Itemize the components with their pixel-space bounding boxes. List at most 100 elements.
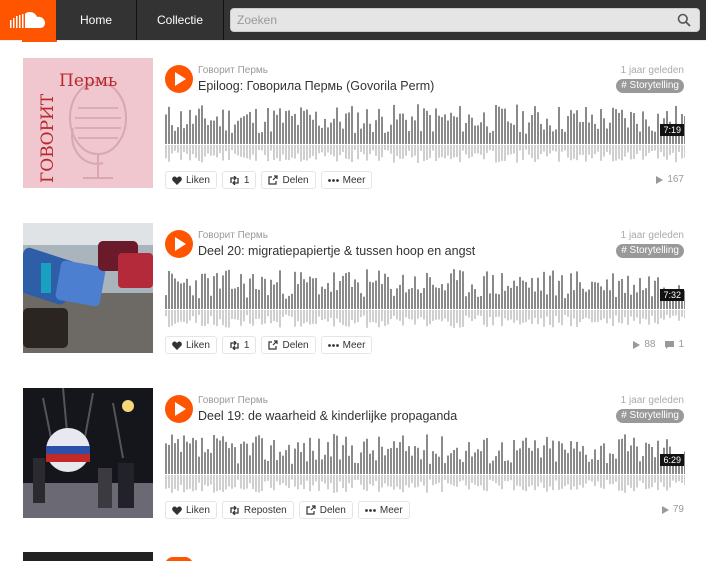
track-duration: 7:32 [660, 289, 684, 301]
comment-count-value: 1 [678, 339, 684, 350]
track-item: Говорит Пермь Deel 20: migratiepapiertje… [0, 223, 706, 358]
active-tab-indicator [22, 40, 57, 42]
soundcloud-logo[interactable] [0, 0, 56, 40]
microphone-artwork: Пермь ГОВОРИТ [23, 58, 153, 188]
genre-tag[interactable]: # Storytelling [616, 409, 684, 423]
play-button[interactable] [165, 395, 193, 423]
next-play-button[interactable] [165, 557, 193, 561]
play-button[interactable] [165, 230, 193, 258]
share-button[interactable]: Delen [261, 171, 316, 189]
repost-label: 1 [243, 339, 250, 351]
share-button[interactable]: Delen [298, 501, 353, 519]
artwork-side-text: ГОВОРИТ [38, 93, 58, 183]
like-button[interactable]: Liken [165, 336, 217, 354]
more-label: Meer [342, 339, 366, 351]
more-button[interactable]: Meer [320, 171, 373, 189]
track-actions: Liken 1 Delen Meer [165, 171, 373, 189]
track-item: Говорит Пермь Deel 19: de waarheid & kin… [0, 388, 706, 523]
repost-icon [230, 505, 239, 515]
waveform[interactable] [165, 430, 685, 496]
heart-icon [172, 340, 182, 350]
more-button[interactable]: Meer [320, 336, 373, 354]
track-title[interactable]: Deel 20: migratiepapiertje & tussen hoop… [198, 244, 475, 258]
track-artwork[interactable] [23, 223, 153, 353]
track-date: 1 jaar geleden [620, 65, 684, 76]
top-navigation-bar: Home Collectie [0, 0, 706, 40]
track-title[interactable]: Epiloog: Говорила Пермь (Govorila Perm) [198, 79, 434, 93]
play-count-value: 167 [667, 174, 684, 185]
comment-icon [665, 340, 675, 349]
play-icon [175, 237, 186, 251]
track-user[interactable]: Говорит Пермь [198, 395, 268, 406]
nav-home[interactable]: Home [56, 0, 137, 40]
search-box [230, 8, 700, 32]
share-label: Delen [282, 174, 309, 186]
search-icon[interactable] [677, 13, 691, 27]
repost-button[interactable]: 1 [221, 171, 257, 189]
more-dots-icon [327, 178, 339, 182]
repost-button[interactable]: 1 [221, 336, 257, 354]
like-label: Liken [186, 174, 210, 186]
play-count: 167 [656, 174, 684, 185]
repost-label: 1 [243, 174, 250, 186]
share-button[interactable]: Delen [261, 336, 316, 354]
track-duration: 7:19 [660, 124, 684, 136]
track-actions: Liken Reposten Delen Meer [165, 501, 410, 519]
cloud-icon [10, 12, 45, 28]
play-count: 79 [661, 504, 684, 515]
play-count: 88 [633, 339, 655, 350]
share-icon [306, 505, 316, 515]
track-item: Пермь ГОВОРИТ Говорит Пермь Epiloog: Гов… [0, 58, 706, 193]
track-stats: 167 [656, 174, 684, 185]
nav-collection[interactable]: Collectie [137, 0, 224, 40]
track-artwork[interactable] [23, 388, 153, 518]
next-track-artwork[interactable] [23, 552, 153, 561]
like-button[interactable]: Liken [165, 171, 217, 189]
share-label: Delen [319, 504, 346, 516]
track-stats: 88 1 [633, 339, 684, 350]
more-button[interactable]: Meer [357, 501, 410, 519]
track-date: 1 jaar geleden [620, 230, 684, 241]
play-icon [175, 72, 186, 86]
play-count-value: 79 [672, 504, 684, 515]
winter-night-artwork [23, 388, 153, 518]
track-actions: Liken 1 Delen Meer [165, 336, 373, 354]
track-stats: 79 [661, 504, 684, 515]
track-user[interactable]: Говорит Пермь [198, 230, 268, 241]
header-divider [0, 40, 706, 41]
track-duration: 6:29 [660, 454, 684, 466]
track-user[interactable]: Говорит Пермь [198, 65, 268, 76]
more-label: Meer [342, 174, 366, 186]
track-title[interactable]: Deel 19: de waarheid & kinderlijke propa… [198, 409, 457, 423]
waveform[interactable] [165, 265, 685, 331]
repost-icon [230, 175, 239, 185]
share-icon [268, 175, 279, 185]
comment-count[interactable]: 1 [665, 339, 684, 350]
like-label: Liken [186, 339, 210, 351]
more-label: Meer [379, 504, 403, 516]
genre-tag[interactable]: # Storytelling [616, 79, 684, 93]
genre-tag[interactable]: # Storytelling [616, 244, 684, 258]
track-artwork[interactable]: Пермь ГОВОРИТ [23, 58, 153, 188]
like-button[interactable]: Liken [165, 501, 217, 519]
track-date: 1 jaar geleden [620, 395, 684, 406]
more-dots-icon [327, 343, 339, 347]
share-label: Delen [282, 339, 309, 351]
waveform[interactable] [165, 100, 685, 166]
search-input[interactable] [231, 9, 671, 31]
play-count-icon [633, 340, 641, 349]
share-icon [268, 340, 279, 350]
heart-icon [172, 505, 182, 515]
more-dots-icon [364, 508, 376, 512]
play-count-value: 88 [644, 339, 656, 350]
luggage-artwork [23, 223, 153, 353]
heart-icon [172, 175, 182, 185]
repost-button[interactable]: Reposten [221, 501, 294, 519]
play-count-icon [661, 505, 669, 514]
play-button[interactable] [165, 65, 193, 93]
play-icon [175, 402, 186, 416]
play-count-icon [656, 175, 664, 184]
like-label: Liken [186, 504, 210, 516]
repost-icon [230, 340, 239, 350]
repost-label: Reposten [243, 504, 287, 516]
